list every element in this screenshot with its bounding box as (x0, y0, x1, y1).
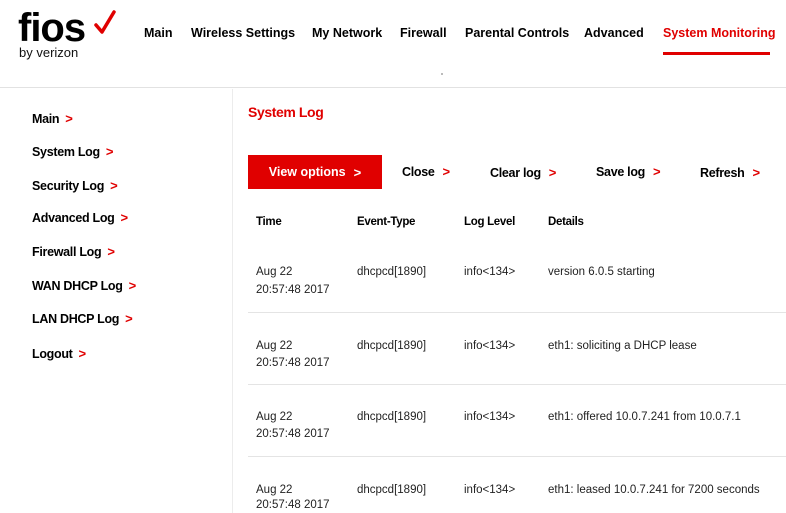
chevron-right-icon: > (548, 165, 557, 180)
row-1-event-type: dhcpcd[1890] (357, 266, 427, 278)
button-label: View options (268, 165, 346, 179)
button-label: Close (402, 165, 435, 179)
close-button[interactable]: Close > (402, 164, 450, 179)
row-4-date: Aug 22 (256, 484, 293, 496)
row-2-event-type: dhcpcd[1890] (357, 340, 427, 352)
column-header-details: Details (548, 216, 584, 228)
row-3-details: eth1: offered 10.0.7.241 from 10.0.7.1 (548, 411, 741, 423)
page-title: System Log (248, 104, 324, 120)
topnav-wireless-settings[interactable]: Wireless Settings (191, 26, 295, 40)
button-label: Refresh (700, 166, 745, 180)
sidebar-item-label: Advanced Log (32, 211, 115, 225)
chevron-right-icon: > (120, 210, 129, 225)
row-4-log-level: info<134> (464, 484, 516, 496)
column-header-time: Time (256, 216, 282, 228)
chevron-right-icon: > (107, 244, 115, 259)
column-header-log-level: Log Level (464, 216, 515, 228)
row-divider (248, 384, 786, 385)
column-header-event-type: Event-Type (357, 216, 416, 228)
row-1-time: 20:57:48 2017 (256, 284, 330, 296)
row-2-log-level: info<134> (464, 340, 516, 352)
chevron-right-icon: > (653, 164, 661, 179)
topnav-main[interactable]: Main (144, 26, 172, 40)
sidebar-item-label: Firewall Log (32, 245, 102, 259)
sidebar-item-main[interactable]: Main > (32, 111, 73, 126)
row-4-time: 20:57:48 2017 (256, 499, 330, 511)
sidebar-item-advanced-log[interactable]: Advanced Log > (32, 210, 128, 225)
row-4-event-type: dhcpcd[1890] (357, 484, 427, 496)
logo-wordmark: fios (18, 6, 86, 50)
row-1-date: Aug 22 (256, 266, 293, 278)
chevron-right-icon: > (442, 164, 451, 179)
chevron-right-icon: > (752, 165, 760, 180)
sidebar-item-logout[interactable]: Logout > (32, 346, 86, 361)
save-log-button[interactable]: Save log > (596, 164, 661, 179)
row-2-time: 20:57:48 2017 (256, 357, 330, 369)
sidebar: Main > System Log > Security Log > Advanced… (0, 89, 233, 513)
chevron-right-icon: > (65, 111, 73, 126)
fios-logo[interactable]: fios by verizon (18, 6, 118, 68)
chevron-right-icon: > (78, 346, 87, 361)
sidebar-item-label: System Log (32, 145, 100, 159)
sidebar-item-label: Main (32, 112, 60, 126)
divider-dot (441, 73, 443, 75)
logo-tagline: by verizon (19, 45, 79, 60)
sidebar-item-wan-dhcp-log[interactable]: WAN DHCP Log > (32, 278, 136, 293)
row-3-date: Aug 22 (256, 411, 293, 423)
sidebar-item-system-log[interactable]: System Log > (32, 144, 113, 159)
view-options-button[interactable]: View options > (248, 155, 382, 189)
sidebar-item-label: Security Log (32, 179, 105, 193)
sidebar-item-label: Logout (32, 347, 73, 361)
sidebar-item-label: LAN DHCP Log (32, 312, 120, 326)
refresh-button[interactable]: Refresh > (700, 165, 760, 180)
button-label: Save log (596, 165, 646, 179)
chevron-right-icon: > (125, 311, 133, 326)
row-3-log-level: info<134> (464, 411, 516, 423)
chevron-right-icon: > (105, 144, 114, 159)
row-2-details: eth1: soliciting a DHCP lease (548, 340, 697, 352)
clear-log-button[interactable]: Clear log > (490, 165, 556, 180)
button-label: Clear log (490, 166, 541, 180)
topnav-advanced[interactable]: Advanced (584, 26, 644, 40)
chevron-right-icon: > (353, 164, 362, 180)
sidebar-item-label: WAN DHCP Log (32, 279, 123, 293)
row-1-details: version 6.0.5 starting (548, 266, 655, 278)
topnav-system-monitoring[interactable]: System Monitoring (663, 26, 776, 40)
topnav-parental-controls[interactable]: Parental Controls (465, 26, 569, 40)
sidebar-item-security-log[interactable]: Security Log > (32, 178, 118, 193)
row-3-time: 20:57:48 2017 (256, 428, 330, 440)
top-header: fios by verizon Main Wireless Settings M… (0, 0, 786, 88)
topnav-my-network[interactable]: My Network (312, 26, 382, 40)
row-divider (248, 456, 786, 457)
chevron-right-icon: > (110, 178, 118, 193)
row-divider (248, 312, 786, 313)
row-4-details: eth1: leased 10.0.7.241 for 7200 seconds (548, 484, 760, 496)
sidebar-item-lan-dhcp-log[interactable]: LAN DHCP Log > (32, 311, 133, 326)
chevron-right-icon: > (128, 278, 137, 293)
checkmark-icon (94, 10, 116, 34)
row-2-date: Aug 22 (256, 340, 293, 352)
topnav-firewall[interactable]: Firewall (400, 26, 447, 40)
row-3-event-type: dhcpcd[1890] (357, 411, 427, 423)
active-tab-indicator (663, 52, 770, 55)
sidebar-item-firewall-log[interactable]: Firewall Log > (32, 244, 115, 259)
row-1-log-level: info<134> (464, 266, 516, 278)
